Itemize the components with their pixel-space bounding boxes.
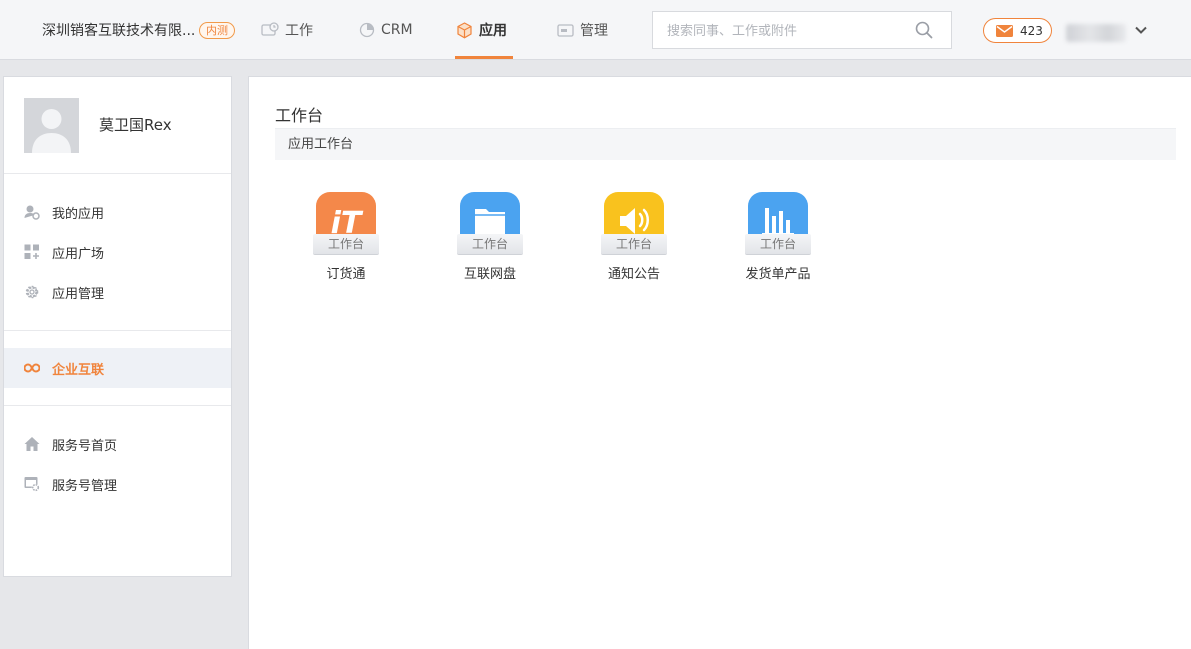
- app-name: 互联网盘: [463, 267, 516, 282]
- avatar[interactable]: [24, 98, 79, 153]
- sidebar-item-my-apps[interactable]: 我的应用: [4, 192, 231, 232]
- app-name: 发货单产品: [745, 267, 811, 282]
- app-tag: 工作台: [745, 234, 811, 255]
- mail-count: 423: [1020, 23, 1043, 38]
- app-name: 订货通: [326, 267, 366, 282]
- sidebar-item-label: 企业互联: [52, 362, 105, 378]
- nav-admin-label: 管理: [580, 23, 608, 39]
- sidebar-group-service: 服务号首页 服务号管理: [4, 406, 231, 522]
- sidebar-item-label: 服务号管理: [52, 478, 118, 494]
- sidebar-item-label: 应用广场: [52, 246, 105, 262]
- search-icon[interactable]: [915, 21, 933, 43]
- global-search: [652, 11, 952, 49]
- sidebar-item-app-square[interactable]: 应用广场: [4, 232, 231, 272]
- app-name: 通知公告: [607, 267, 660, 282]
- sidebar-item-label: 应用管理: [52, 286, 105, 302]
- page-title: 工作台: [275, 106, 324, 125]
- active-nav-indicator: [455, 56, 513, 59]
- work-icon: [261, 22, 279, 38]
- crm-pie-icon: [359, 22, 375, 38]
- app-card-notice[interactable]: 工作台 通知公告: [601, 192, 745, 282]
- sidebar: 莫卫国Rex 我的应用 应用广场 应用管理 企业互联 服务号首页 服务号管理: [3, 76, 232, 577]
- nav-app-label: 应用: [479, 23, 507, 39]
- app-tag: 工作台: [313, 234, 379, 255]
- app-tag: 工作台: [601, 234, 667, 255]
- nav-crm[interactable]: CRM: [359, 0, 413, 60]
- main-panel: 工作台 应用工作台 iT 工作台 订货通 工作台 互联网盘 工作台 通知公告 工…: [248, 76, 1191, 649]
- nav-work-label: 工作: [285, 23, 313, 39]
- sidebar-item-label: 服务号首页: [52, 438, 118, 454]
- app-tile[interactable]: 工作台: [745, 192, 811, 256]
- app-card-shipping[interactable]: 工作台 发货单产品: [745, 192, 889, 282]
- chevron-down-icon[interactable]: [1134, 22, 1148, 41]
- app-square-icon: [24, 244, 40, 260]
- mail-button[interactable]: 423: [983, 18, 1052, 43]
- app-card-netdisk[interactable]: 工作台 互联网盘: [457, 192, 601, 282]
- my-apps-icon: [24, 204, 40, 220]
- sidebar-group-interconnect: 企业互联: [4, 331, 231, 406]
- user-name: 莫卫国Rex: [99, 116, 172, 134]
- search-input[interactable]: [667, 21, 897, 41]
- section-header: 应用工作台: [275, 128, 1176, 160]
- sidebar-item-service-manage[interactable]: 服务号管理: [4, 464, 231, 504]
- app-card-order[interactable]: iT 工作台 订货通: [313, 192, 457, 282]
- gear-icon: [24, 284, 40, 300]
- sidebar-item-enterprise-interconnect[interactable]: 企业互联: [4, 348, 231, 388]
- app-tag: 工作台: [457, 234, 523, 255]
- sidebar-group-apps: 我的应用 应用广场 应用管理: [4, 174, 231, 331]
- admin-icon: [557, 23, 574, 38]
- home-icon: [24, 436, 40, 452]
- app-tile[interactable]: 工作台: [457, 192, 523, 256]
- internal-test-badge: 内测: [199, 22, 235, 39]
- nav-crm-label: CRM: [381, 22, 413, 38]
- top-bar: 深圳销客互联技术有限... 内测 工作 CRM 应用 管理 42: [0, 0, 1191, 60]
- user-name-blurred[interactable]: [1066, 24, 1126, 42]
- profile-card: 莫卫国Rex: [4, 77, 231, 174]
- app-tile[interactable]: 工作台: [601, 192, 667, 256]
- app-tile[interactable]: iT 工作台: [313, 192, 379, 256]
- nav-app[interactable]: 应用: [456, 0, 507, 60]
- service-manage-icon: [24, 476, 40, 492]
- link-icon: [24, 360, 40, 376]
- envelope-icon: [996, 24, 1013, 37]
- nav-work[interactable]: 工作: [261, 0, 313, 60]
- sidebar-item-app-manage[interactable]: 应用管理: [4, 272, 231, 312]
- nav-admin[interactable]: 管理: [557, 0, 608, 60]
- company-name[interactable]: 深圳销客互联技术有限...: [42, 20, 195, 40]
- app-cube-icon: [456, 21, 473, 39]
- sidebar-item-service-home[interactable]: 服务号首页: [4, 424, 231, 464]
- app-grid: iT 工作台 订货通 工作台 互联网盘 工作台 通知公告 工作台 发货单产品: [313, 192, 889, 282]
- sidebar-item-label: 我的应用: [52, 206, 105, 222]
